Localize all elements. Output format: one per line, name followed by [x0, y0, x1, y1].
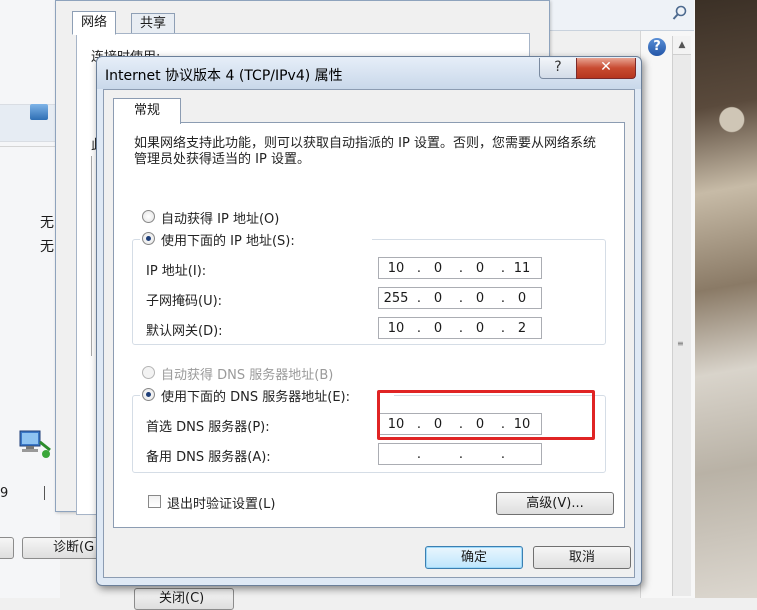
- default-gateway-input[interactable]: 10 . 0 . 0 . 2: [378, 317, 542, 339]
- title-help-button[interactable]: ?: [539, 58, 577, 79]
- mask-octet-1: 255: [383, 291, 409, 306]
- folder-icon: [30, 104, 48, 120]
- auto-dns-label: 自动获得 DNS 服务器地址(B): [161, 368, 334, 383]
- manual-dns-label: 使用下面的 DNS 服务器地址(E):: [161, 390, 350, 405]
- mask-octet-2: 0: [433, 291, 443, 306]
- dot-icon: .: [458, 261, 464, 276]
- title-close-button[interactable]: ✕: [576, 58, 636, 79]
- manual-ip-label: 使用下面的 IP 地址(S):: [161, 234, 295, 249]
- vertical-scrollbar[interactable]: ▲ ≡: [672, 36, 691, 596]
- background-button-left[interactable]: [0, 537, 14, 559]
- dot-icon: .: [500, 291, 506, 306]
- general-tab-panel: 如果网络支持此功能，则可以获取自动指派的 IP 设置。否则，您需要从网络系统管理…: [113, 122, 625, 528]
- dot-icon: .: [458, 291, 464, 306]
- gw-octet-3: 0: [475, 321, 485, 336]
- ip-address-input[interactable]: 10 . 0 . 0 . 11: [378, 257, 542, 279]
- alternate-dns-label: 备用 DNS 服务器(A):: [146, 450, 271, 465]
- mask-octet-4: 0: [517, 291, 527, 306]
- alternate-dns-input[interactable]: . . .: [378, 443, 542, 465]
- left-text-1: 无: [40, 215, 54, 231]
- advanced-button[interactable]: 高级(V)...: [496, 492, 614, 515]
- preferred-dns-label: 首选 DNS 服务器(P):: [146, 420, 270, 435]
- dot-icon: .: [500, 261, 506, 276]
- auto-ip-label: 自动获得 IP 地址(O): [161, 212, 280, 227]
- dot-icon: .: [458, 321, 464, 336]
- gw-octet-2: 0: [433, 321, 443, 336]
- preferred-dns-input[interactable]: 10 . 0 . 0 . 10: [378, 413, 542, 435]
- desktop-wallpaper: [694, 0, 757, 598]
- radio-auto-dns[interactable]: [142, 366, 155, 379]
- tab-general[interactable]: 常规: [113, 98, 181, 124]
- close-parent-button[interactable]: 关闭(C): [134, 588, 234, 610]
- network-computer-icon: [19, 430, 51, 458]
- subnet-mask-label: 子网掩码(U):: [146, 294, 223, 309]
- ip-octet-3: 0: [475, 261, 485, 276]
- diagnose-button[interactable]: 诊断(G: [22, 537, 102, 559]
- dot-icon: .: [416, 261, 422, 276]
- text-caret: [44, 486, 45, 500]
- dot-icon: .: [458, 447, 464, 462]
- dot-icon: .: [500, 417, 506, 432]
- gw-octet-4: 2: [517, 321, 527, 336]
- default-gateway-label: 默认网关(D):: [146, 324, 223, 339]
- ip-octet-1: 10: [387, 261, 405, 276]
- background-left-pane: 无 无 9: [0, 0, 60, 598]
- subnet-mask-input[interactable]: 255 . 0 . 0 . 0: [378, 287, 542, 309]
- ip-octet-4: 11: [513, 261, 531, 276]
- tab-sharing[interactable]: 共享: [131, 13, 176, 34]
- radio-manual-ip[interactable]: [142, 232, 155, 245]
- tab-network[interactable]: 网络: [72, 11, 117, 35]
- dot-icon: .: [416, 447, 422, 462]
- pdns-octet-1: 10: [387, 417, 405, 432]
- dialog-titlebar[interactable]: Internet 协议版本 4 (TCP/IPv4) 属性 ? ✕: [97, 57, 641, 89]
- pdns-octet-2: 0: [433, 417, 443, 432]
- dot-icon: .: [416, 291, 422, 306]
- dot-icon: .: [416, 321, 422, 336]
- ip-octet-2: 0: [433, 261, 443, 276]
- pdns-octet-3: 0: [475, 417, 485, 432]
- search-icon[interactable]: [672, 5, 688, 21]
- help-icon[interactable]: ?: [648, 38, 666, 56]
- validate-checkbox[interactable]: [148, 495, 161, 508]
- scroll-up-arrow-icon[interactable]: ▲: [673, 36, 691, 55]
- dot-icon: .: [416, 417, 422, 432]
- dialog-client-area: 常规 如果网络支持此功能，则可以获取自动指派的 IP 设置。否则，您需要从网络系…: [103, 89, 635, 578]
- left-text-3: 9: [0, 486, 9, 501]
- mask-octet-3: 0: [475, 291, 485, 306]
- scroll-grip-icon[interactable]: ≡: [677, 340, 687, 350]
- description-text: 如果网络支持此功能，则可以获取自动指派的 IP 设置。否则，您需要从网络系统管理…: [134, 136, 596, 167]
- question-icon: ?: [554, 59, 562, 75]
- cancel-button[interactable]: 取消: [533, 546, 631, 569]
- dot-icon: .: [458, 417, 464, 432]
- left-text-2: 无: [40, 239, 54, 255]
- ipv4-properties-dialog: Internet 协议版本 4 (TCP/IPv4) 属性 ? ✕ 常规 如果网…: [96, 56, 642, 586]
- radio-manual-dns[interactable]: [142, 388, 155, 401]
- dialog-title: Internet 协议版本 4 (TCP/IPv4) 属性: [105, 68, 343, 84]
- dot-icon: .: [500, 447, 506, 462]
- gw-octet-1: 10: [387, 321, 405, 336]
- pdns-octet-4: 10: [513, 417, 531, 432]
- validate-label: 退出时验证设置(L): [167, 497, 276, 512]
- close-icon: ✕: [600, 59, 612, 75]
- search-bar[interactable]: [540, 0, 694, 31]
- dot-icon: .: [500, 321, 506, 336]
- ok-button[interactable]: 确定: [425, 546, 523, 569]
- radio-auto-ip[interactable]: [142, 210, 155, 223]
- ip-address-label: IP 地址(I):: [146, 264, 207, 279]
- divider: [0, 146, 60, 147]
